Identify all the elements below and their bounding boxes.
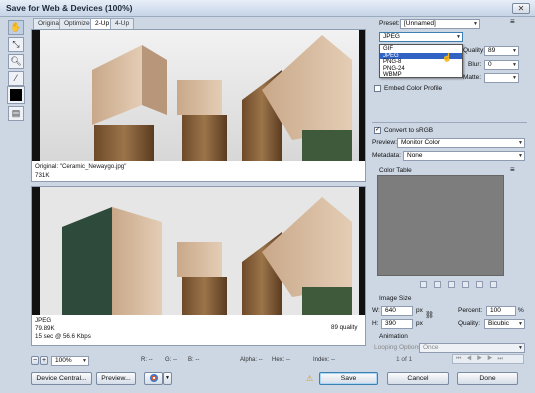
original-image xyxy=(32,30,365,161)
format-option-wbmp[interactable]: WBMP xyxy=(380,72,462,79)
hex-readout: Hex: -- xyxy=(272,357,290,363)
looping-select[interactable]: Once xyxy=(419,343,525,353)
web-shift-icon[interactable] xyxy=(434,281,441,288)
frame-counter: 1 of 1 xyxy=(396,356,413,363)
percent-label: Percent: xyxy=(458,307,483,314)
zoom-tool-icon[interactable]: 🔍︎ xyxy=(8,54,24,69)
color-table[interactable] xyxy=(377,175,504,276)
width-label: W: xyxy=(372,307,380,314)
percent-input[interactable]: 100 xyxy=(486,306,516,316)
height-unit: px xyxy=(416,320,423,327)
close-button[interactable]: ✕ xyxy=(512,3,530,14)
zoom-select[interactable]: 100% xyxy=(51,356,89,366)
convert-srgb-label: Convert to sRGB xyxy=(384,127,434,134)
matte-label: Matte: xyxy=(463,74,482,81)
looping-label: Looping Options: xyxy=(374,344,424,351)
optimized-quality: 89 quality xyxy=(331,324,358,331)
animation-title: Animation xyxy=(379,333,408,340)
save-button[interactable]: Save xyxy=(319,372,378,385)
preview-select[interactable]: Monitor Color xyxy=(397,138,525,148)
delete-color-icon[interactable] xyxy=(490,281,497,288)
map-color-icon[interactable] xyxy=(420,281,427,288)
format-select[interactable]: JPEG xyxy=(379,32,463,42)
width-input[interactable]: 640 xyxy=(381,306,413,316)
blur-input[interactable]: 0 xyxy=(484,60,519,70)
metadata-select[interactable]: None xyxy=(403,151,525,161)
done-button[interactable]: Done xyxy=(457,372,518,385)
new-color-icon[interactable] xyxy=(462,281,469,288)
original-filename: Original: "Ceramic_Newaygo.jpg" xyxy=(35,163,127,170)
download-time: 15 sec @ 56.6 Kbps xyxy=(35,333,91,340)
optimized-image xyxy=(32,187,365,315)
height-label: H: xyxy=(372,320,379,327)
animation-play-icon[interactable] xyxy=(452,354,524,364)
hand-tool-icon[interactable]: ✋ xyxy=(8,20,24,35)
original-preview-pane[interactable]: Original: "Ceramic_Newaygo.jpg" 731K xyxy=(31,29,366,182)
optimized-format: JPEG xyxy=(35,317,52,324)
color-swatch-icon[interactable] xyxy=(7,86,25,104)
optimized-filesize: 79.89K xyxy=(35,325,55,332)
window-title: Save for Web & Devices (100%) xyxy=(6,3,133,13)
eyedropper-tool-icon[interactable]: ⁄ xyxy=(8,71,24,86)
cursor-icon: ☝ xyxy=(442,53,452,62)
optimized-preview-pane[interactable]: JPEG 79.89K 15 sec @ 56.6 Kbps 89 qualit… xyxy=(31,186,366,346)
resample-quality-label: Quality: xyxy=(458,320,481,327)
matte-select[interactable] xyxy=(484,73,519,83)
trash-icon[interactable] xyxy=(476,281,483,288)
slice-select-tool-icon[interactable]: ⤡ xyxy=(8,37,24,52)
tab-4-up[interactable]: 4-Up xyxy=(110,18,135,29)
browser-menu-chevron-down-icon[interactable]: ▼ xyxy=(163,372,172,385)
zoom-in-button[interactable]: + xyxy=(40,356,48,365)
divider xyxy=(372,122,527,123)
link-chain-icon[interactable]: ⛓ xyxy=(425,311,434,319)
zoom-out-button[interactable]: − xyxy=(31,356,39,365)
lock-color-icon[interactable] xyxy=(448,281,455,288)
image-size-title: Image Size xyxy=(379,295,412,302)
preset-label: Preset: xyxy=(379,20,400,27)
resample-quality-select[interactable]: Bicubic xyxy=(484,319,525,329)
quality-input[interactable]: 89 xyxy=(484,46,519,56)
optimize-menu-icon[interactable]: ≡ xyxy=(510,17,515,26)
cancel-button[interactable]: Cancel xyxy=(387,372,449,385)
index-readout: Index: -- xyxy=(313,357,336,363)
original-filesize: 731K xyxy=(35,172,50,179)
toggle-slices-icon[interactable]: ▤ xyxy=(8,106,24,121)
metadata-label: Metadata: xyxy=(372,152,401,159)
blur-label: Blur: xyxy=(468,61,482,68)
quality-label: Quality: xyxy=(463,47,486,54)
device-central-button[interactable]: Device Central... xyxy=(31,372,92,385)
g-readout: G: -- xyxy=(165,357,177,363)
convert-srgb-checkbox[interactable]: ✓ xyxy=(374,127,381,134)
preset-select[interactable]: [Unnamed] xyxy=(400,19,480,29)
width-unit: px xyxy=(416,307,423,314)
embed-profile-label: Embed Color Profile xyxy=(384,85,443,92)
height-input[interactable]: 390 xyxy=(381,319,413,329)
r-readout: R: -- xyxy=(141,357,153,363)
alpha-readout: Alpha: -- xyxy=(240,357,263,363)
embed-profile-checkbox[interactable] xyxy=(374,85,381,92)
preview-label: Preview: xyxy=(372,139,397,146)
percent-unit: % xyxy=(518,307,524,314)
b-readout: B: -- xyxy=(188,357,200,363)
color-table-menu-icon[interactable]: ≡ xyxy=(510,165,515,174)
warning-icon: ⚠ xyxy=(306,374,314,383)
preview-button[interactable]: Preview... xyxy=(96,372,136,385)
browser-icon[interactable] xyxy=(144,372,163,385)
color-table-label: Color Table xyxy=(379,167,412,174)
